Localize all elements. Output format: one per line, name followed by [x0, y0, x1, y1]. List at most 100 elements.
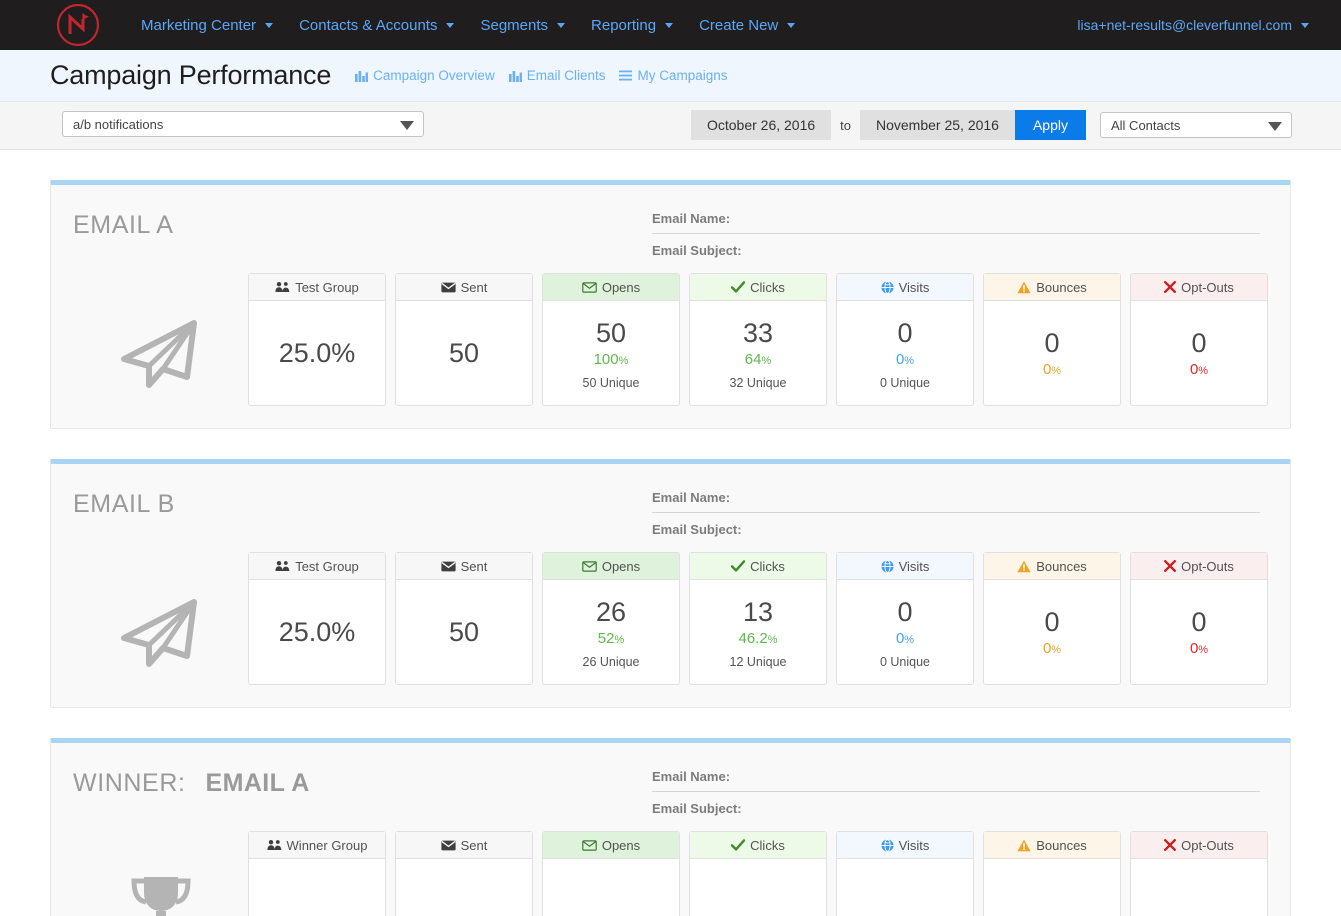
- stat-box-winner-group[interactable]: Winner Group: [248, 831, 386, 916]
- envelope-icon: [441, 561, 456, 572]
- email-performance-card-email-b: EMAIL B Email Name: Email Subject: Test …: [50, 459, 1291, 708]
- subnav-label: Campaign Overview: [373, 68, 495, 83]
- stat-row: Test Group 25.0% Sent 50 Opens 50 100% 50 Uniqu…: [248, 273, 1268, 406]
- globe-icon: [881, 838, 894, 852]
- stat-unique-clicks: 32 Unique: [729, 376, 787, 391]
- email-name-label: Email Name:: [652, 769, 731, 784]
- stat-label: Winner Group: [286, 837, 368, 853]
- stat-header-bounces: Bounces: [984, 274, 1120, 301]
- date-to-input[interactable]: November 25, 2016: [860, 110, 1015, 140]
- email-name-row: Email Name:: [652, 490, 1260, 513]
- stat-body-optouts: 0 0%: [1131, 301, 1267, 405]
- stat-header-visits: Visits: [837, 553, 973, 580]
- card-body: Winner Group Sent Opens Clicks Visits Bounces…: [73, 831, 1268, 916]
- card-title: EMAIL A: [73, 203, 174, 240]
- nav-item-reporting[interactable]: Reporting: [578, 0, 686, 50]
- stat-box-clicks[interactable]: Clicks 13 46.2% 12 Unique: [689, 552, 827, 685]
- card-icon-wrap: [73, 552, 248, 677]
- stat-percent-optouts: 0%: [1190, 641, 1208, 656]
- stat-percent-clicks: 46.2%: [739, 631, 778, 646]
- stat-percent-opens: 52%: [598, 631, 624, 646]
- stat-box-optouts[interactable]: Opt-Outs: [1130, 831, 1268, 916]
- stat-box-clicks[interactable]: Clicks 33 64% 32 Unique: [689, 273, 827, 406]
- envelope-icon: [441, 282, 456, 293]
- card-title: WINNER: EMAIL A: [73, 761, 310, 798]
- stat-label: Visits: [898, 279, 930, 295]
- warning-icon: [1017, 839, 1031, 852]
- stat-value-test-group: 25.0%: [278, 616, 356, 647]
- stat-box-bounces[interactable]: Bounces: [983, 831, 1121, 916]
- users-icon: [275, 281, 290, 293]
- stat-header-bounces: Bounces: [984, 553, 1120, 580]
- stat-label: Clicks: [750, 279, 785, 295]
- stat-box-visits[interactable]: Visits: [836, 831, 974, 916]
- page-header: Campaign Performance Campaign Overview E…: [0, 50, 1341, 102]
- campaign-select[interactable]: a/b notifications: [62, 111, 424, 137]
- stat-row: Test Group 25.0% Sent 50 Opens 26 52% 26 Unique…: [248, 552, 1268, 685]
- stat-box-opens[interactable]: Opens 50 100% 50 Unique: [542, 273, 680, 406]
- stat-box-sent[interactable]: Sent 50: [395, 273, 533, 406]
- email-name-row: Email Name:: [652, 769, 1260, 792]
- stat-value-visits: 0: [897, 318, 913, 348]
- account-menu[interactable]: lisa+net-results@cleverfunnel.com: [1067, 0, 1319, 50]
- stat-body-test-group: 25.0%: [249, 580, 385, 684]
- stat-value-sent: 50: [448, 616, 480, 647]
- percent-sign: %: [904, 355, 915, 368]
- stat-label: Sent: [460, 558, 488, 574]
- stat-value-optouts: 0: [1191, 327, 1207, 358]
- net-results-n-logo[interactable]: [50, 2, 106, 48]
- stat-box-sent[interactable]: Sent 50: [395, 552, 533, 685]
- open-envelope-icon: [582, 560, 597, 572]
- nav-item-contacts-accounts[interactable]: Contacts & Accounts: [286, 0, 467, 50]
- stat-box-test-group[interactable]: Test Group 25.0%: [248, 273, 386, 406]
- stat-body-sent: 50: [396, 580, 532, 684]
- subnav-campaign-overview[interactable]: Campaign Overview: [355, 68, 495, 83]
- stat-body-test-group: 25.0%: [249, 301, 385, 405]
- stat-box-opens[interactable]: Opens 26 52% 26 Unique: [542, 552, 680, 685]
- contacts-filter-select[interactable]: All Contacts: [1100, 112, 1292, 138]
- stat-box-bounces[interactable]: Bounces 0 0%: [983, 273, 1121, 406]
- stat-box-optouts[interactable]: Opt-Outs 0 0%: [1130, 552, 1268, 685]
- nav-item-marketing-center[interactable]: Marketing Center: [128, 0, 286, 50]
- date-range-controls: October 26, 2016 to November 25, 2016 Ap…: [690, 110, 1292, 140]
- stat-box-visits[interactable]: Visits 0 0% 0 Unique: [836, 273, 974, 406]
- subnav-email-clients[interactable]: Email Clients: [508, 68, 606, 83]
- nav-item-segments[interactable]: Segments: [467, 0, 578, 50]
- stat-label: Opens: [601, 279, 641, 295]
- percent-sign: %: [1051, 365, 1062, 378]
- email-meta: Email Name: Email Subject:: [652, 203, 1260, 265]
- subnav-label: Email Clients: [526, 68, 606, 83]
- stat-label: Clicks: [750, 558, 785, 574]
- stat-header-sent: Sent: [396, 553, 532, 580]
- stat-unique-opens: 50 Unique: [582, 376, 640, 391]
- stat-header-winner-group: Winner Group: [249, 832, 385, 859]
- stat-unique-visits: 0 Unique: [879, 376, 931, 391]
- bar-chart-icon: [355, 70, 369, 82]
- stat-body-visits: 0 0% 0 Unique: [837, 580, 973, 684]
- stat-value-opens: 50: [595, 318, 627, 348]
- nav-item-create-new[interactable]: Create New: [686, 0, 808, 50]
- percent-sign: %: [1198, 365, 1209, 378]
- stat-unique-opens: 26 Unique: [582, 655, 640, 670]
- stat-percent-number: 100: [593, 351, 619, 369]
- check-icon: [731, 281, 746, 293]
- stat-box-test-group[interactable]: Test Group 25.0%: [248, 552, 386, 685]
- stat-box-bounces[interactable]: Bounces 0 0%: [983, 552, 1121, 685]
- apply-button[interactable]: Apply: [1014, 110, 1086, 140]
- stat-box-opens[interactable]: Opens: [542, 831, 680, 916]
- stat-header-bounces: Bounces: [984, 832, 1120, 859]
- percent-sign: %: [1198, 644, 1209, 657]
- stat-label: Visits: [898, 837, 930, 853]
- stat-value-clicks: 33: [742, 318, 774, 348]
- stat-box-visits[interactable]: Visits 0 0% 0 Unique: [836, 552, 974, 685]
- percent-sign: %: [618, 355, 629, 368]
- contacts-select-value: All Contacts: [1111, 117, 1181, 133]
- stat-header-clicks: Clicks: [690, 553, 826, 580]
- envelope-icon: [441, 840, 456, 851]
- stat-box-sent[interactable]: Sent: [395, 831, 533, 916]
- date-from-input[interactable]: October 26, 2016: [690, 110, 832, 140]
- stat-box-clicks[interactable]: Clicks: [689, 831, 827, 916]
- stat-label: Sent: [460, 279, 488, 295]
- stat-box-optouts[interactable]: Opt-Outs 0 0%: [1130, 273, 1268, 406]
- subnav-my-campaigns[interactable]: My Campaigns: [619, 68, 728, 83]
